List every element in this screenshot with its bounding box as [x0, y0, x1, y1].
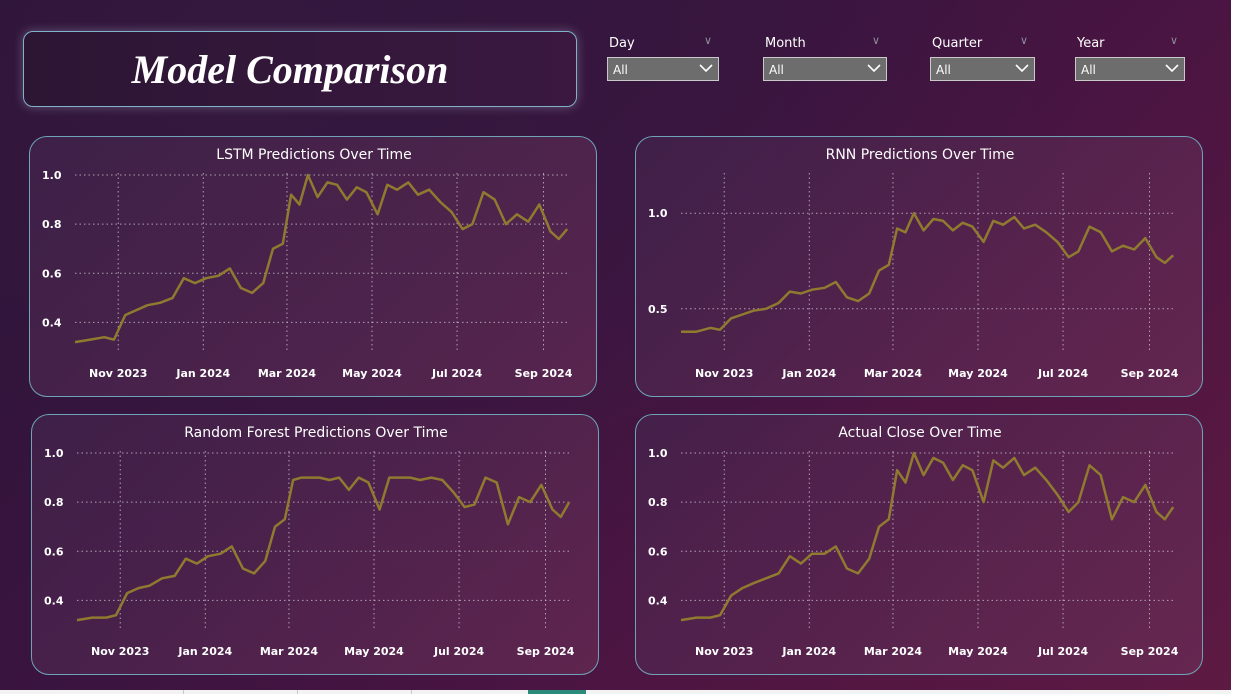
series-line [74, 173, 569, 344]
y-tick-label: 1.0 [44, 447, 64, 460]
chart-title: Random Forest Predictions Over Time [184, 425, 448, 441]
slicer-dropdown[interactable]: All [930, 57, 1035, 81]
slicer-quarter: Quarter ∨ All [930, 34, 1035, 84]
tab-separator [411, 690, 412, 694]
slicer-label: Day [609, 36, 635, 51]
chart-panel-random-forest[interactable]: Random Forest Predictions Over Time 0.4 0.… [31, 414, 599, 675]
x-tick-label: Sep 2024 [1121, 645, 1179, 658]
y-tick-label: 0.8 [44, 496, 64, 509]
chevron-down-icon[interactable]: ∨ [1020, 34, 1028, 47]
y-tick-label: 0.4 [44, 594, 64, 607]
x-tick-label: Mar 2024 [864, 645, 923, 658]
slicer-day: Day ∨ All [607, 34, 719, 84]
y-tick-label: 0.6 [648, 545, 668, 558]
x-tick-label: May 2024 [344, 645, 404, 658]
x-tick-label: Jan 2024 [781, 367, 836, 380]
slicer-dropdown[interactable]: All [607, 57, 719, 81]
rnn-line-chart: RNN Predictions Over Time 0.5 1.0 Nov 2023 J… [648, 147, 1179, 380]
chevron-down-icon [1015, 64, 1029, 73]
x-tick-label: Jan 2024 [781, 645, 836, 658]
x-tick-label: Nov 2023 [89, 367, 147, 380]
lstm-line-chart: LSTM Predictions Over Time 0.4 0.6 0.8 1.0 No… [42, 147, 573, 380]
y-tick-label: 0.8 [42, 218, 62, 231]
page-tabs-bar [0, 690, 1231, 694]
x-tick-label: Jan 2024 [177, 645, 232, 658]
chart-title: Actual Close Over Time [838, 425, 1001, 441]
scrollbar-gutter [1231, 0, 1244, 694]
x-tick-label: Sep 2024 [515, 367, 573, 380]
chevron-down-icon[interactable]: ∨ [872, 34, 880, 47]
slicer-label: Month [765, 36, 806, 51]
x-tick-label: Jul 2024 [431, 367, 482, 380]
title-card: Model Comparison [23, 31, 577, 107]
slicer-label: Quarter [932, 36, 983, 51]
tab-active[interactable] [528, 690, 586, 694]
y-tick-label: 0.6 [42, 267, 62, 280]
random-forest-line-chart: Random Forest Predictions Over Time 0.4 0.… [44, 425, 575, 658]
series-line [680, 451, 1175, 622]
x-tick-label: Nov 2023 [91, 645, 149, 658]
chevron-down-icon[interactable]: ∨ [1170, 34, 1178, 47]
slicer-value: All [1081, 63, 1096, 77]
tab-separator [297, 690, 298, 694]
slicer-dropdown[interactable]: All [1075, 57, 1185, 81]
y-tick-label: 0.6 [44, 545, 64, 558]
x-tick-label: Jan 2024 [175, 367, 230, 380]
slicer-label: Year [1077, 36, 1105, 51]
x-tick-label: Jul 2024 [1037, 367, 1088, 380]
chevron-down-icon[interactable]: ∨ [704, 34, 712, 47]
slicer-value: All [936, 63, 951, 77]
slicer-value: All [769, 63, 784, 77]
report-canvas: Model Comparison Day ∨ All Month ∨ All Q… [0, 0, 1231, 690]
x-tick-label: Sep 2024 [517, 645, 575, 658]
x-tick-label: Jul 2024 [1037, 645, 1088, 658]
x-tick-label: May 2024 [948, 367, 1008, 380]
y-tick-label: 0.8 [648, 496, 668, 509]
y-tick-label: 1.0 [42, 169, 62, 182]
chevron-down-icon [1165, 64, 1179, 73]
page-title: Model Comparison [131, 46, 449, 92]
chart-panel-lstm[interactable]: LSTM Predictions Over Time 0.4 0.6 0.8 1.0 No… [29, 136, 597, 397]
actual-close-line-chart: Actual Close Over Time 0.4 0.6 0.8 1.0 Nov 20… [648, 425, 1179, 658]
y-tick-label: 1.0 [648, 207, 668, 220]
x-tick-label: May 2024 [342, 367, 402, 380]
chart-panel-actual-close[interactable]: Actual Close Over Time 0.4 0.6 0.8 1.0 Nov 20… [635, 414, 1203, 675]
chart-title: LSTM Predictions Over Time [216, 147, 411, 163]
y-tick-label: 0.5 [648, 303, 668, 316]
chevron-down-icon [699, 64, 713, 73]
x-tick-label: Mar 2024 [864, 367, 923, 380]
y-tick-label: 1.0 [648, 447, 668, 460]
y-tick-label: 0.4 [648, 594, 668, 607]
slicer-year: Year ∨ All [1075, 34, 1185, 84]
chart-title: RNN Predictions Over Time [826, 147, 1015, 163]
x-tick-label: Nov 2023 [695, 367, 753, 380]
chevron-down-icon [867, 64, 881, 73]
x-tick-label: May 2024 [948, 645, 1008, 658]
slicer-dropdown[interactable]: All [763, 57, 887, 81]
x-tick-label: Jul 2024 [433, 645, 484, 658]
x-tick-label: Mar 2024 [260, 645, 319, 658]
series-line [76, 476, 571, 622]
x-tick-label: Mar 2024 [258, 367, 317, 380]
series-line [681, 211, 1175, 333]
x-tick-label: Nov 2023 [695, 645, 753, 658]
tab-separator [183, 690, 184, 694]
chart-panel-rnn[interactable]: RNN Predictions Over Time 0.5 1.0 Nov 2023 J… [635, 136, 1203, 397]
x-tick-label: Sep 2024 [1121, 367, 1179, 380]
slicer-value: All [613, 63, 628, 77]
slicer-month: Month ∨ All [763, 34, 887, 84]
y-tick-label: 0.4 [42, 316, 62, 329]
